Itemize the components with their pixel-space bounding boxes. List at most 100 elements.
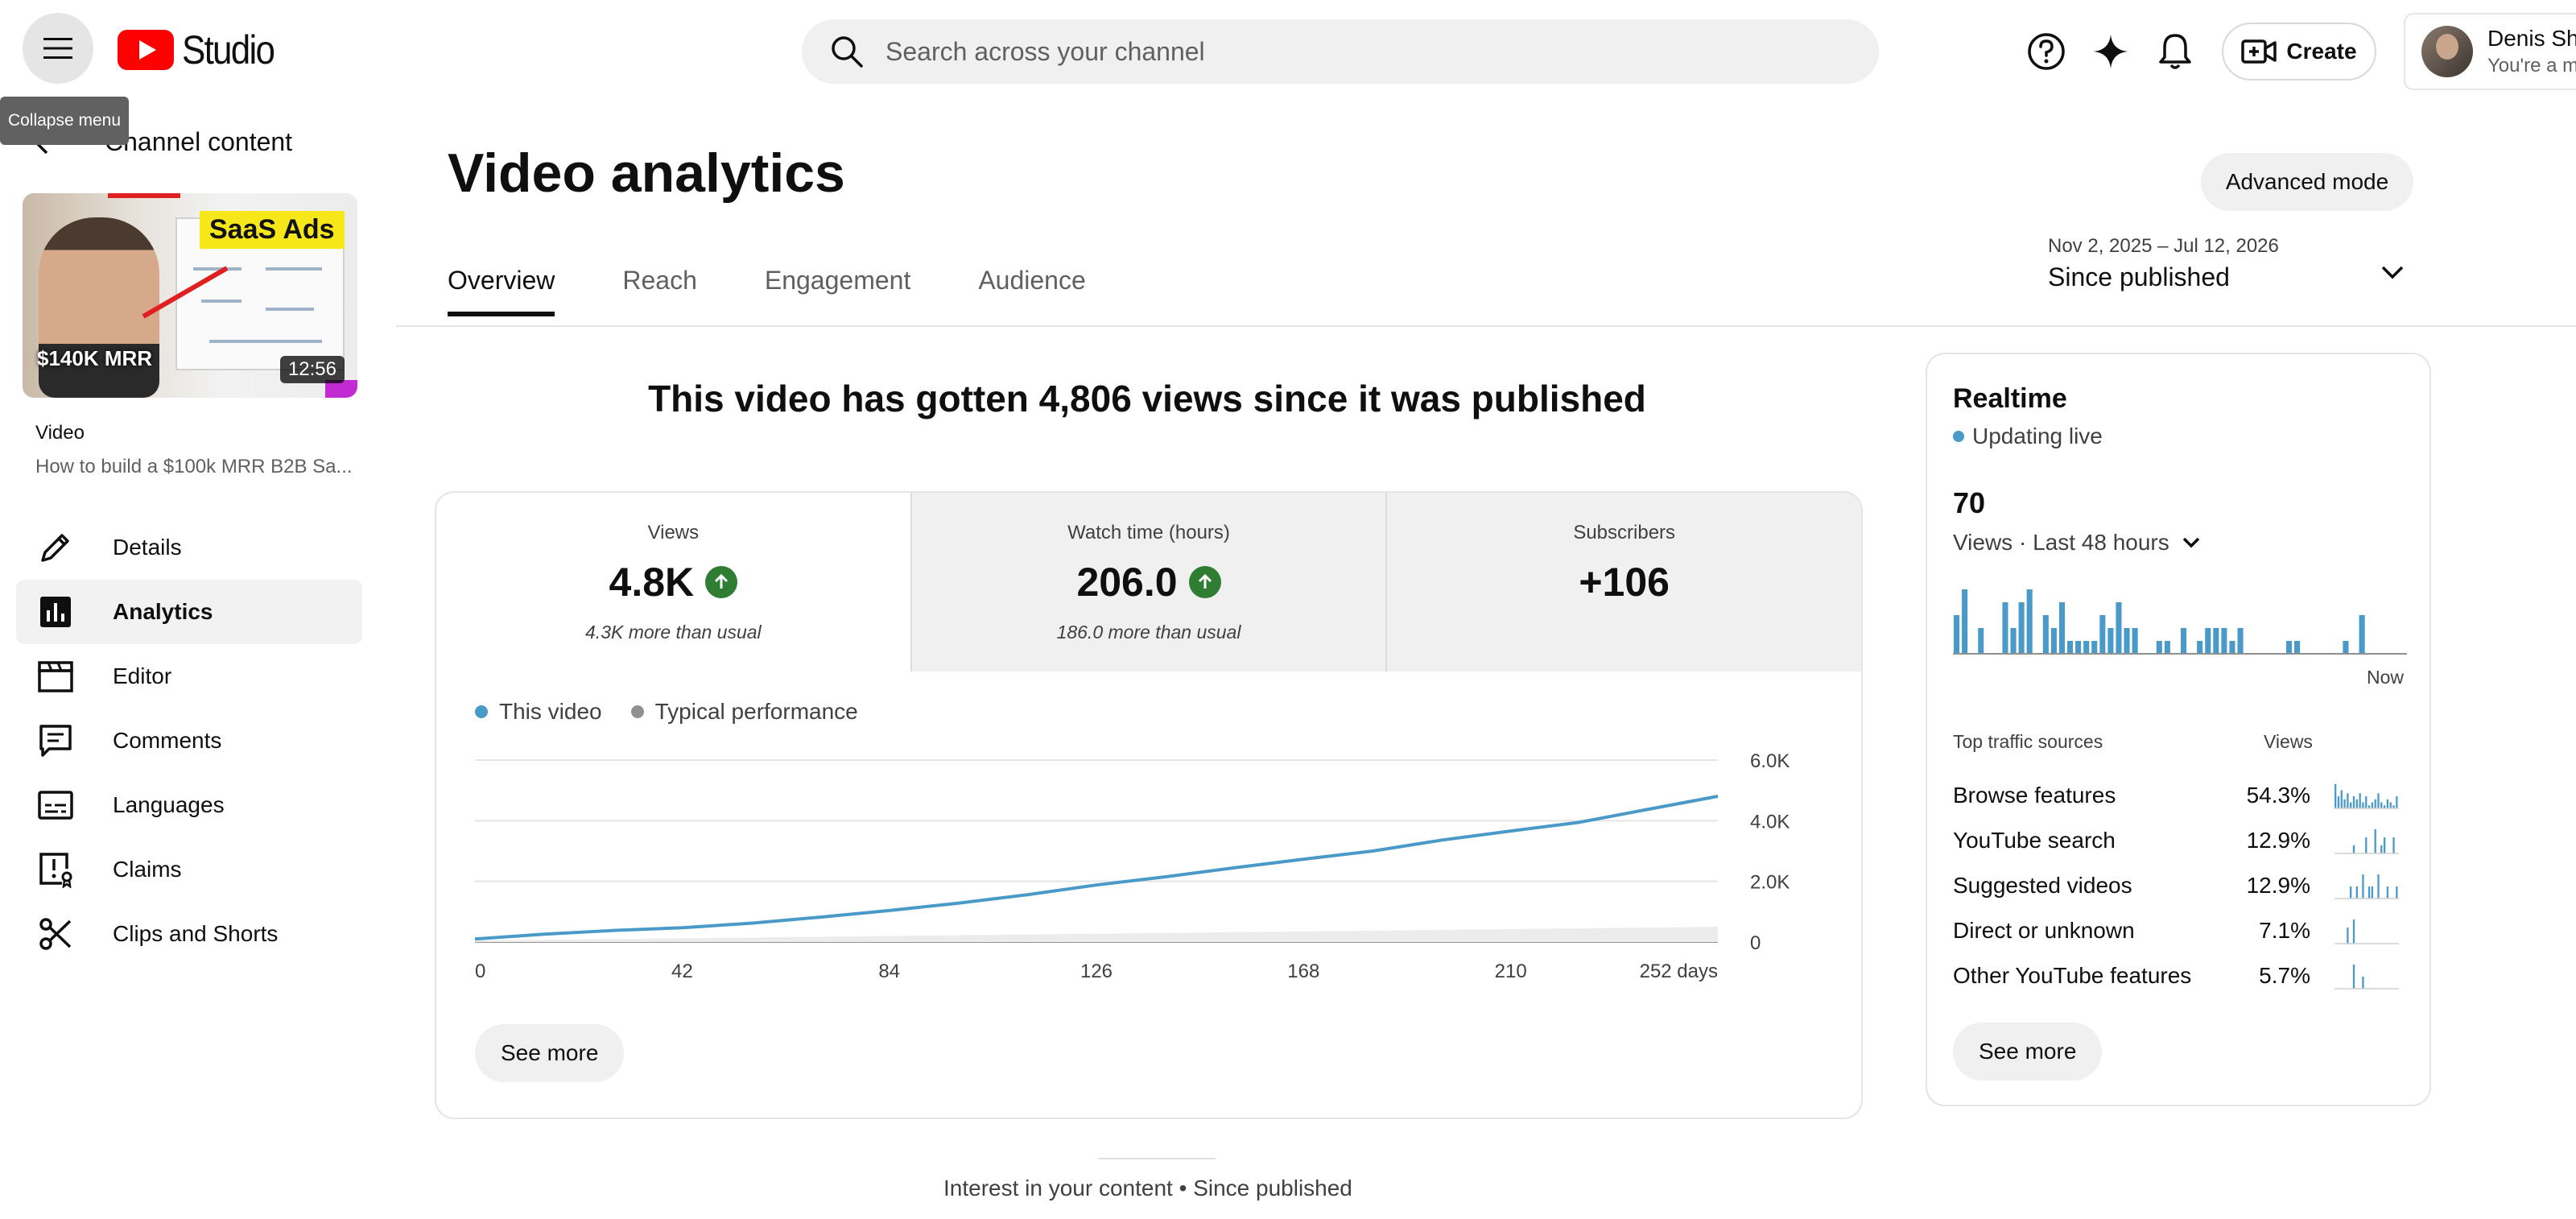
x-tick-label: 252 days: [1640, 961, 1718, 982]
sidebar-item-label: Comments: [113, 728, 222, 753]
pencil-icon: [35, 527, 76, 568]
realtime-now-label: Now: [2366, 667, 2404, 688]
sparkline-bar: [2350, 802, 2352, 808]
sidebar-item-languages[interactable]: Languages: [16, 773, 362, 837]
sparkline-bar: [2396, 886, 2398, 899]
claims-icon: [35, 849, 76, 890]
page-title: Video analytics: [448, 143, 845, 204]
tab-audience[interactable]: Audience: [978, 266, 1085, 316]
realtime-title: Realtime: [1953, 383, 2067, 414]
traffic-sparkline: [2334, 784, 2399, 809]
sidebar-item-details[interactable]: Details: [16, 515, 362, 580]
sparkline-bar: [2352, 845, 2355, 853]
metric-value: +106: [1579, 560, 1670, 605]
realtime-bar: [2091, 641, 2098, 654]
realtime-bar: [2099, 615, 2106, 654]
realtime-bar: [1962, 589, 1968, 654]
traffic-sparkline: [2334, 965, 2399, 990]
metric-tabs: Views 4.8K 4.3K more than usual Watch ti…: [436, 493, 1861, 671]
legend-item: Typical performance: [630, 699, 858, 725]
sparkline-bar: [2352, 965, 2355, 989]
metric-label: Subscribers: [1573, 522, 1676, 543]
create-button[interactable]: Create: [2222, 23, 2376, 81]
sparkline-bar: [2340, 790, 2343, 808]
sparkline-bar: [2386, 886, 2389, 899]
back-label: Channel content: [105, 126, 293, 156]
date-range[interactable]: Nov 2, 2025 – Jul 12, 2026: [2048, 235, 2279, 258]
y-tick-label: 6.0K: [1750, 750, 1790, 772]
video-label: Video: [35, 422, 85, 444]
sparkline-bar: [2350, 886, 2352, 899]
realtime-card: Realtime Updating live 70 Views · Last 4…: [1926, 353, 2431, 1106]
tab-reach[interactable]: Reach: [622, 266, 697, 316]
sparkline-bar: [2383, 837, 2386, 853]
sparkline-bar: [2362, 977, 2364, 989]
account-button[interactable]: Denis Sha You're a ma: [2404, 13, 2576, 90]
traffic-source-percent: 12.9%: [2246, 873, 2310, 898]
realtime-bar: [2164, 641, 2170, 654]
chevron-down-icon: [2182, 537, 2199, 548]
arrow-up-icon: [705, 566, 738, 598]
sparkline-bar: [2355, 886, 2358, 899]
sparkle-button[interactable]: [2083, 24, 2138, 79]
video-duration: 12:56: [279, 356, 345, 383]
realtime-see-more-button[interactable]: See more: [1953, 1023, 2103, 1081]
sparkline-bar: [2392, 837, 2395, 853]
metric-subscribers[interactable]: Subscribers +106: [1385, 493, 1861, 671]
sparkline-bar: [2359, 793, 2361, 808]
search-input[interactable]: [886, 36, 1771, 67]
collapse-menu-tooltip: Collapse menu: [0, 97, 129, 145]
sidebar-item-claims[interactable]: Claims: [16, 837, 362, 902]
see-more-button[interactable]: See more: [475, 1024, 625, 1082]
x-tick-label: 126: [1080, 961, 1113, 982]
scissors-icon: [35, 914, 76, 954]
sparkline-bar: [2365, 837, 2368, 853]
search-icon: [832, 36, 863, 68]
realtime-bar: [2124, 628, 2130, 654]
thumbnail-badge: SaaS Ads: [200, 211, 345, 249]
sidebar-item-analytics[interactable]: Analytics: [16, 580, 362, 644]
views-header: Views: [2264, 731, 2313, 752]
traffic-source-row: Other YouTube features 5.7%: [1953, 953, 2407, 998]
x-tick-label: 210: [1495, 961, 1527, 982]
studio-logo[interactable]: Studio: [118, 27, 287, 72]
metric-watch-time[interactable]: Watch time (hours) 206.0 186.0 more than…: [910, 493, 1386, 671]
youtube-logo-icon: [118, 30, 174, 70]
sidebar-item-clips-and-shorts[interactable]: Clips and Shorts: [16, 902, 362, 966]
realtime-bar: [2181, 628, 2187, 654]
traffic-source-name: Other YouTube features: [1953, 963, 2192, 988]
sparkline-bar: [2347, 928, 2349, 944]
traffic-source-row: Suggested videos 12.9%: [1953, 863, 2407, 908]
hamburger-icon: [43, 38, 72, 59]
sparkline-bar: [2365, 796, 2368, 808]
search-bar[interactable]: [802, 19, 1879, 84]
advanced-mode-button[interactable]: Advanced mode: [2201, 153, 2413, 211]
realtime-period-select[interactable]: Views · Last 48 hours: [1953, 530, 2203, 556]
date-dropdown-button[interactable]: [2376, 256, 2409, 292]
tab-overview[interactable]: Overview: [448, 266, 555, 316]
video-camera-plus-icon: [2241, 39, 2277, 64]
realtime-bar: [2237, 628, 2244, 654]
chart-legend: This video Typical performance: [475, 699, 858, 725]
realtime-bar: [1978, 628, 1984, 654]
account-name: Denis Sha: [2487, 26, 2576, 51]
section-divider: [1098, 1158, 1216, 1159]
realtime-bar: [2058, 602, 2065, 654]
sidebar-item-comments[interactable]: Comments: [16, 709, 362, 773]
realtime-bar: [2343, 641, 2349, 654]
menu-button[interactable]: [23, 13, 93, 84]
sidebar-item-editor[interactable]: Editor: [16, 644, 362, 709]
video-thumbnail[interactable]: SaaS Ads $140K MRR 12:56: [23, 193, 357, 398]
realtime-bar-chart: [1953, 589, 2407, 655]
date-period-select[interactable]: Since published: [2048, 262, 2230, 292]
metric-views[interactable]: Views 4.8K 4.3K more than usual: [436, 493, 910, 671]
traffic-source-row: Browse features 54.3%: [1953, 773, 2407, 818]
realtime-bar: [2083, 641, 2090, 654]
tab-engagement[interactable]: Engagement: [765, 266, 910, 316]
sidebar-item-label: Details: [113, 535, 182, 560]
realtime-bar: [2132, 628, 2138, 654]
help-button[interactable]: [2019, 24, 2074, 79]
notifications-button[interactable]: [2148, 24, 2202, 79]
realtime-bar: [2229, 641, 2235, 654]
sidebar-nav: Details Analytics Editor Comments Langua…: [16, 515, 362, 966]
